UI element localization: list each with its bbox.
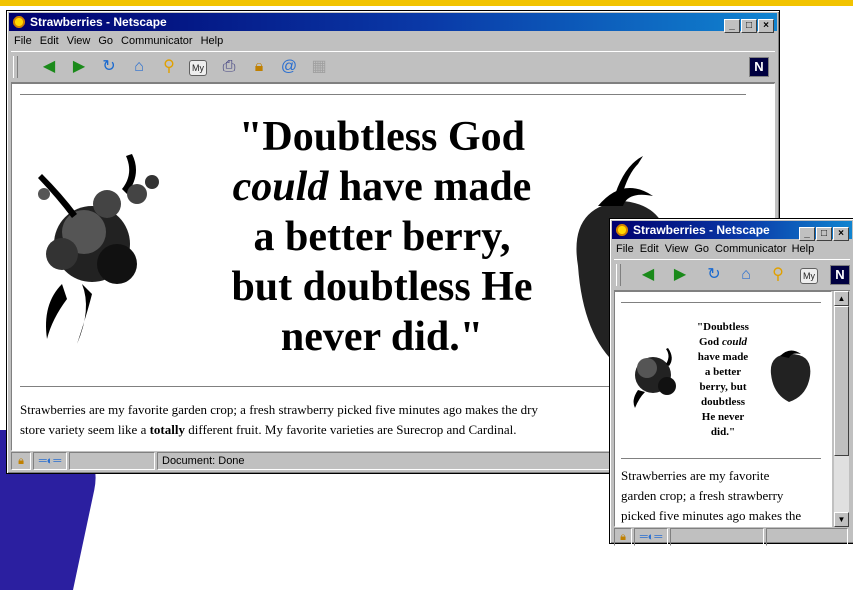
menu-edit[interactable]: Edit: [40, 35, 59, 47]
small-quote-line-3: have made: [697, 351, 749, 363]
scroll-thumb[interactable]: [834, 306, 849, 456]
small-minimize-button[interactable]: _: [799, 227, 815, 241]
quote-could: could: [232, 164, 329, 210]
quote-have-made: have made: [328, 164, 532, 210]
para-bold: totally: [149, 422, 185, 437]
small-middle-rule: [621, 458, 821, 460]
small-reload-icon[interactable]: ↻: [704, 265, 724, 285]
small-strawberry-plant-image: [633, 348, 676, 408]
small-strawberry-fruit-image: [770, 350, 811, 402]
my-netscape-icon[interactable]: My: [189, 60, 207, 76]
forward-icon[interactable]: ▶: [69, 57, 89, 77]
small-para-line-3: picked five minutes ago makes the: [621, 508, 802, 523]
small-back-icon[interactable]: ◀: [638, 265, 658, 285]
small-top-rule: [621, 302, 821, 304]
small-para-line-1: Strawberries are my favorite: [621, 468, 770, 483]
small-window-title: Strawberries - Netscape: [633, 223, 770, 237]
small-netscape-n-icon: N: [830, 265, 850, 285]
search-icon[interactable]: ⚲: [159, 57, 179, 77]
small-toolbar-grip[interactable]: [616, 264, 621, 286]
scroll-down-arrow[interactable]: ▼: [834, 512, 849, 527]
small-quote-line-4: a better: [704, 366, 742, 378]
netscape-n-icon: N: [749, 57, 769, 77]
back-icon[interactable]: ◀: [39, 57, 59, 77]
small-security-status-icon[interactable]: 🔒︎: [614, 528, 632, 546]
para-text-3: different fruit. My favorite varieties a…: [184, 422, 517, 437]
small-quote: "Doubtless God could have made a better …: [681, 320, 765, 440]
quote-line-4: but doubtless He: [231, 264, 533, 310]
small-vertical-scrollbar[interactable]: ▲ ▼: [834, 291, 849, 527]
progress-box: [69, 452, 155, 470]
connection-status-icon: ═◐═: [33, 452, 67, 470]
small-search-icon[interactable]: ⚲: [768, 265, 788, 285]
small-menu-view[interactable]: View: [665, 243, 689, 255]
small-toolbar: ◀ ▶ ↻ ⌂ ⚲ My N: [614, 259, 850, 291]
small-netscape-logo-icon: [615, 223, 629, 237]
small-content-area: "Doubtless God could have made a better …: [614, 291, 832, 527]
menu-file[interactable]: File: [14, 35, 32, 47]
shop-icon[interactable]: @: [279, 57, 299, 77]
small-maximize-button[interactable]: □: [816, 227, 832, 241]
small-quote-could: could: [721, 336, 747, 348]
top-rule: [20, 94, 746, 96]
small-para-line-2: garden crop; a fresh strawberry: [621, 488, 784, 503]
stop-icon[interactable]: ▦: [309, 57, 329, 77]
small-statusbar: 🔒︎ ═◐═: [614, 528, 850, 546]
para-text-1: Strawberries are my favorite garden crop…: [20, 402, 538, 417]
small-my-netscape-icon[interactable]: My: [800, 268, 818, 284]
reload-icon[interactable]: ↻: [99, 57, 119, 77]
security-status-icon[interactable]: 🔒︎: [11, 452, 31, 470]
small-quote-line-8: did.": [710, 426, 736, 438]
small-menu-file[interactable]: File: [616, 243, 634, 255]
slide-top-band: [0, 0, 853, 6]
main-window-title: Strawberries - Netscape: [30, 15, 167, 29]
para-text-2: store variety seem like a: [20, 422, 150, 437]
small-close-button[interactable]: ×: [833, 227, 849, 241]
small-paragraph: Strawberries are my favorite garden crop…: [621, 466, 831, 526]
netscape-logo-icon: [12, 15, 26, 29]
close-button[interactable]: ×: [758, 19, 774, 33]
main-quote: "Doubtless God could have made a better …: [172, 112, 592, 362]
small-connection-status-icon: ═◐═: [634, 528, 668, 546]
small-progress-box: [670, 528, 764, 546]
menu-help[interactable]: Help: [201, 35, 224, 47]
small-quote-line-6: doubtless: [700, 396, 746, 408]
main-titlebar[interactable]: Strawberries - Netscape _ □ ×: [9, 13, 777, 33]
small-quote-line-7: He never: [701, 411, 745, 423]
scroll-up-arrow[interactable]: ▲: [834, 291, 849, 306]
menu-communicator[interactable]: Communicator: [121, 35, 193, 47]
toolbar-grip[interactable]: [13, 56, 18, 78]
quote-line-3: a better berry,: [253, 214, 511, 260]
strawberry-plant-image: [38, 154, 159, 344]
main-toolbar: ◀ ▶ ↻ ⌂ ⚲ My ⎙ 🔒︎ @ ▦ N: [11, 51, 775, 83]
small-menu-go[interactable]: Go: [694, 243, 709, 255]
small-menu-edit[interactable]: Edit: [640, 243, 659, 255]
maximize-button[interactable]: □: [741, 19, 757, 33]
small-quote-line-2: God could: [681, 335, 765, 350]
quote-line-5: never did.": [280, 314, 484, 360]
quote-line-2: could have made: [172, 162, 592, 212]
main-menubar: File Edit View Go Communicator Help: [11, 32, 775, 50]
security-icon[interactable]: 🔒︎: [249, 57, 269, 77]
small-quote-god: God: [699, 336, 722, 348]
minimize-button[interactable]: _: [724, 19, 740, 33]
menu-go[interactable]: Go: [98, 35, 113, 47]
quote-line-1: "Doubtless God: [239, 114, 525, 160]
small-status-icons: [766, 528, 848, 546]
small-home-icon[interactable]: ⌂: [736, 265, 756, 285]
small-menu-help[interactable]: Help: [792, 243, 815, 255]
small-menu-communicator[interactable]: Communicator: [715, 243, 787, 255]
menu-view[interactable]: View: [67, 35, 91, 47]
small-quote-line-1: "Doubtless: [697, 321, 749, 333]
small-forward-icon[interactable]: ▶: [670, 265, 690, 285]
small-browser-window: Strawberries - Netscape _ □ × File Edit View…: [609, 218, 853, 546]
home-icon[interactable]: ⌂: [129, 57, 149, 77]
small-menubar: File Edit View Go Communicator Help: [614, 240, 850, 258]
small-titlebar[interactable]: Strawberries - Netscape _ □ ×: [612, 221, 852, 241]
small-quote-line-5: berry, but: [699, 381, 747, 393]
print-icon[interactable]: ⎙: [219, 57, 239, 77]
